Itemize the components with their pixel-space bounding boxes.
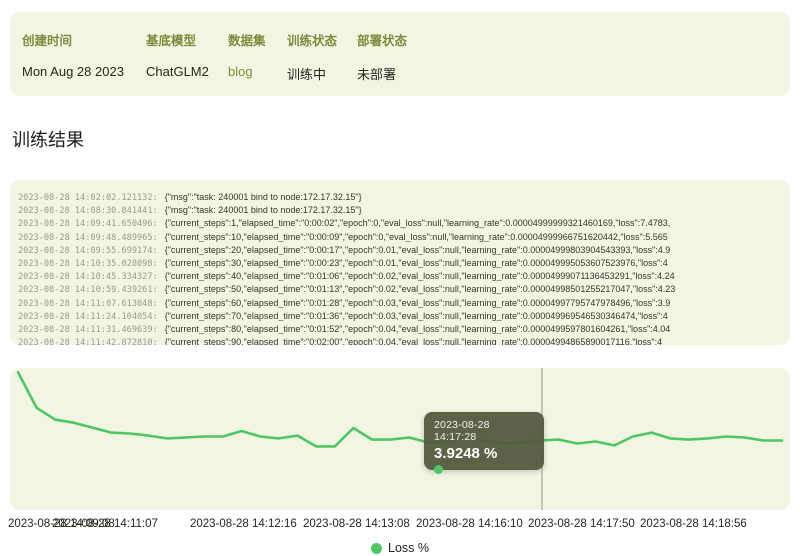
header-field-1: 基底模型 ChatGLM2 bbox=[146, 30, 228, 83]
log-timestamp: 2023-08-28 14:02:02.121132: bbox=[18, 193, 158, 203]
log-message: {"msg":"task: 240001 bind to node:172.17… bbox=[164, 192, 362, 202]
field-label: 创建时间 bbox=[22, 34, 73, 48]
log-message: {"current_steps":60,"elapsed_time":"0:01… bbox=[164, 297, 671, 308]
metadata-card: 创建时间 Mon Aug 28 2023 基底模型 ChatGLM2 数据集 blog 训练… bbox=[10, 12, 790, 96]
field-value: Mon Aug 28 2023 bbox=[22, 64, 124, 79]
tooltip-series-dot-icon bbox=[434, 465, 443, 474]
legend-item-loss[interactable]: Loss % bbox=[371, 541, 429, 555]
x-axis-tick: 2023-08-28 14:18:56 bbox=[640, 518, 747, 530]
log-message: {"current_steps":70,"elapsed_time":"0:01… bbox=[164, 310, 668, 321]
log-message: {"current_steps":1,"elapsed_time":"0:00:… bbox=[164, 218, 671, 229]
log-line: 2023-08-28 14:02:02.121132: {"msg":"task:… bbox=[18, 189, 790, 202]
x-axis-tick: 2023-08-28 14:17:50 bbox=[528, 518, 635, 530]
log-timestamp: 2023-08-28 14:09:41.650496: bbox=[18, 219, 158, 229]
log-message: {"current_steps":10,"elapsed_time":"0:00… bbox=[164, 231, 668, 242]
x-axis-tick: 2023-08-28 14:12:16 bbox=[190, 518, 297, 530]
log-timestamp: 2023-08-28 14:11:31.469639: bbox=[18, 324, 158, 335]
log-message: {"current_steps":50,"elapsed_time":"0:01… bbox=[164, 284, 676, 295]
log-timestamp: 2023-08-28 14:11:07.613048: bbox=[18, 298, 158, 308]
field-label: 训练状态 bbox=[287, 34, 338, 48]
header-fields: 创建时间 Mon Aug 28 2023 基底模型 ChatGLM2 数据集 blog 训练… bbox=[22, 30, 778, 83]
page-title: 训练结果 bbox=[12, 130, 84, 150]
log-timestamp: 2023-08-28 14:09:48.489965: bbox=[18, 232, 158, 242]
log-timestamp: 2023-08-28 14:08:30.841441: bbox=[18, 206, 158, 216]
x-axis-tick: 2023-08-28 14:13:08 bbox=[303, 518, 410, 530]
log-line: 2023-08-28 14:08:30.841441: {"msg":"task:… bbox=[18, 202, 790, 215]
legend-label: Loss % bbox=[388, 541, 429, 555]
tooltip-timestamp: 2023-08-28 14:17:28 bbox=[434, 419, 490, 443]
log-timestamp: 2023-08-28 14:10:45.334327: bbox=[18, 272, 158, 282]
log-line: 2023-08-28 14:10:45.334327: {"current_ste… bbox=[18, 268, 790, 281]
loss-line-svg bbox=[16, 370, 784, 448]
training-detail-page: 创建时间 Mon Aug 28 2023 基底模型 ChatGLM2 数据集 blog 训练… bbox=[0, 12, 800, 556]
log-timestamp: 2023-08-28 14:11:24.104054: bbox=[18, 311, 158, 321]
field-value: 训练中 bbox=[287, 67, 327, 82]
header-field-4: 部署状态 未部署 bbox=[357, 30, 407, 83]
log-line: 2023-08-28 14:10:59.439261: {"current_ste… bbox=[18, 281, 790, 294]
header-field-3: 训练状态 训练中 bbox=[287, 30, 357, 83]
log-timestamp: 2023-08-28 14:10:35.028098: bbox=[18, 258, 158, 269]
log-timestamp: 2023-08-28 14:11:42.872810: bbox=[18, 338, 158, 345]
loss-chart[interactable]: 2023-08-28 14:17:28 3.9248 % bbox=[10, 368, 790, 510]
log-message: {"current_steps":30,"elapsed_time":"0:00… bbox=[164, 257, 668, 268]
field-label: 部署状态 bbox=[357, 34, 408, 48]
field-label: 基底模型 bbox=[146, 34, 197, 48]
chart-legend: Loss % bbox=[0, 541, 800, 555]
log-message: {"msg":"task: 240001 bind to node:172.17… bbox=[164, 205, 362, 216]
log-timestamp: 2023-08-28 14:10:59.439261: bbox=[18, 285, 158, 295]
chart-tooltip: 2023-08-28 14:17:28 3.9248 % bbox=[424, 412, 544, 474]
log-message: {"current_steps":80,"elapsed_time":"0:01… bbox=[164, 323, 671, 334]
log-message: {"current_steps":40,"elapsed_time":"0:01… bbox=[164, 271, 675, 282]
dataset-link[interactable]: blog bbox=[228, 64, 287, 79]
log-line: 2023-08-28 14:11:24.104054: {"current_ste… bbox=[18, 308, 790, 321]
log-message: {"current_steps":20,"elapsed_time":"0:00… bbox=[164, 244, 671, 255]
chart-x-axis: 2023-08-28 14:09:08 2023-08-28 14:11:07 20… bbox=[0, 518, 800, 532]
log-line: 2023-08-28 14:11:31.469639: {"current_ste… bbox=[18, 321, 790, 334]
x-axis-tick: 2023-08-28 14:11:07 bbox=[52, 518, 158, 530]
log-line: 2023-08-28 14:09:55.699174: {"current_ste… bbox=[18, 242, 790, 255]
log-line: 2023-08-28 14:11:42.872810: {"current_ste… bbox=[18, 334, 790, 345]
field-label: 数据集 bbox=[228, 34, 266, 48]
log-line: 2023-08-28 14:10:35.028098: {"current_ste… bbox=[18, 255, 790, 268]
loss-line-series bbox=[16, 370, 784, 448]
legend-dot-icon bbox=[371, 542, 382, 554]
log-message: {"current_steps":90,"elapsed_time":"0:02… bbox=[164, 337, 663, 345]
header-field-0: 创建时间 Mon Aug 28 2023 bbox=[22, 30, 146, 83]
training-log-console[interactable]: 2023-08-28 14:02:02.121132: {"msg":"task:… bbox=[10, 180, 790, 345]
field-value: ChatGLM2 bbox=[146, 64, 209, 79]
log-line: 2023-08-28 14:11:07.613048: {"current_ste… bbox=[18, 295, 790, 308]
tooltip-loss-value: 3.9248 % bbox=[434, 445, 498, 462]
x-axis-tick: 2023-08-28 14:16:10 bbox=[416, 518, 523, 530]
log-line: 2023-08-28 14:09:41.650496: {"current_ste… bbox=[18, 215, 790, 228]
log-line: 2023-08-28 14:09:48.489965: {"current_ste… bbox=[18, 229, 790, 242]
field-value: 未部署 bbox=[357, 67, 397, 82]
log-timestamp: 2023-08-28 14:09:55.699174: bbox=[18, 245, 158, 255]
loss-line-chart-canvas[interactable] bbox=[10, 368, 790, 510]
header-field-2: 数据集 blog bbox=[228, 30, 287, 83]
